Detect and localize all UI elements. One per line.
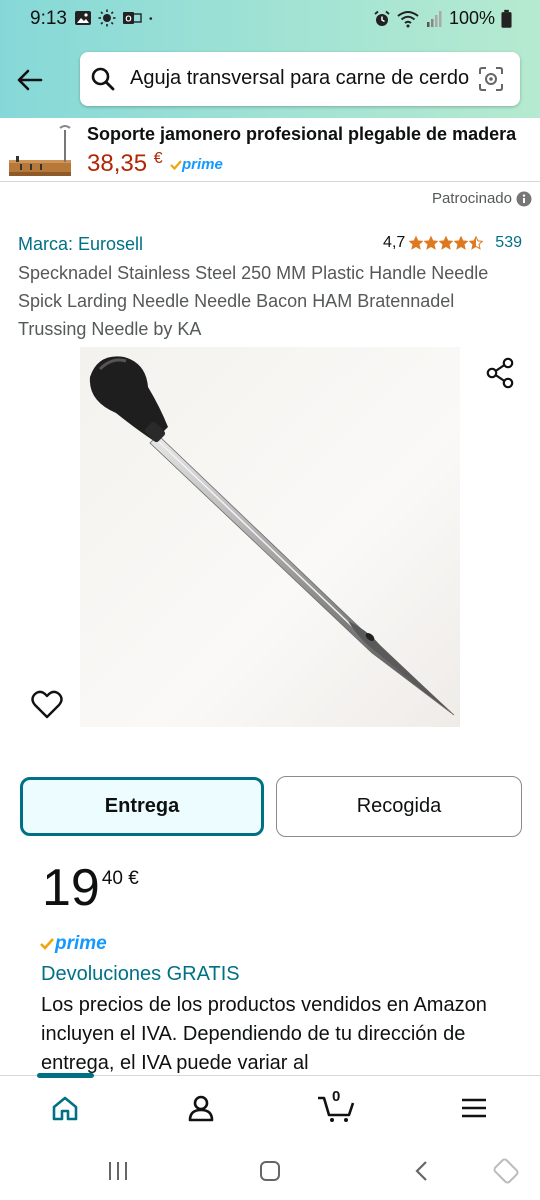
rating-value: 4,7	[383, 234, 406, 251]
share-button[interactable]	[484, 356, 518, 390]
rating-count: 539	[495, 234, 522, 251]
banner-price-currency: €	[153, 150, 163, 167]
brand-link[interactable]: Marca: Eurosell	[18, 234, 143, 255]
search-input[interactable]: Aguja transversal para carne de cerdo	[130, 67, 480, 90]
alarm-icon	[374, 10, 390, 26]
search-bar[interactable]: Aguja transversal para carne de cerdo	[80, 52, 520, 106]
chevron-left-icon	[415, 1161, 427, 1181]
share-icon	[486, 357, 514, 389]
ham-stand-image	[9, 125, 71, 176]
back-system-button[interactable]	[408, 1157, 436, 1185]
dot-icon	[149, 17, 153, 20]
prime-check-icon	[40, 938, 54, 950]
nav-menu[interactable]	[454, 1090, 494, 1126]
price-fraction: 40 €	[101, 868, 139, 889]
home-button[interactable]	[256, 1157, 284, 1185]
rating-summary[interactable]: 4,7 539	[383, 234, 522, 252]
home-icon	[52, 1096, 78, 1121]
sun-icon	[98, 9, 116, 27]
banner-price-value: 38,35	[87, 150, 148, 177]
sponsored-label[interactable]: Patrocinado	[432, 190, 532, 207]
prime-check-icon	[170, 160, 182, 171]
search-icon	[91, 67, 115, 91]
status-time: 9:13	[30, 8, 67, 29]
wifi-icon	[397, 10, 419, 27]
gallery-icon	[75, 11, 91, 25]
product-price: 19 40 €	[42, 858, 139, 918]
arrow-left-icon	[17, 69, 43, 91]
sponsored-label-text: Patrocinado	[431, 190, 512, 207]
info-icon	[516, 191, 532, 206]
star-icon	[454, 236, 469, 250]
hamburger-menu-icon	[462, 1098, 486, 1118]
cart-count: 0	[332, 1088, 341, 1105]
person-icon	[188, 1095, 214, 1122]
sponsored-product-banner[interactable]: Soporte jamonero profesional plegable de…	[0, 118, 540, 182]
free-returns-link[interactable]: Devoluciones GRATIS	[41, 963, 240, 986]
recent-apps-button[interactable]	[104, 1157, 132, 1185]
product-title: Specknadel Stainless Steel 250 MM Plasti…	[18, 263, 489, 339]
delivery-tab[interactable]: Entrega	[20, 777, 264, 836]
nav-account[interactable]	[181, 1090, 221, 1126]
battery-percent: 100%	[448, 8, 495, 28]
system-navigation-bar	[0, 1139, 540, 1200]
banner-price: 38,35 €	[87, 150, 163, 178]
rotate-screen-icon	[493, 1158, 519, 1184]
status-notification-icons: O	[74, 9, 158, 27]
battery-icon	[501, 9, 512, 28]
nav-home[interactable]	[45, 1090, 85, 1126]
star-icon	[409, 236, 424, 250]
signal-icon	[426, 10, 442, 27]
camera-scan-icon[interactable]	[478, 66, 504, 92]
rating-stars	[409, 236, 484, 250]
prime-badge: prime	[40, 933, 107, 955]
banner-title[interactable]: Soporte jamonero profesional plegable de…	[87, 124, 537, 145]
active-tab-indicator	[37, 1073, 94, 1078]
status-system-icons: 100%	[373, 8, 512, 29]
back-button[interactable]	[12, 62, 48, 98]
home-square-icon	[260, 1161, 280, 1181]
vat-notice: Los precios de los productos vendidos en…	[41, 994, 487, 1074]
pickup-tab[interactable]: Recogida	[276, 776, 522, 837]
star-icon	[424, 236, 439, 250]
nav-cart[interactable]: 0	[316, 1088, 356, 1126]
banner-prime-badge: prime	[170, 156, 223, 173]
star-icon	[469, 236, 484, 250]
recent-apps-icon	[109, 1162, 127, 1180]
star-icon	[439, 236, 454, 250]
svg-text:O: O	[125, 15, 131, 24]
status-bar: 9:13 O 100%	[0, 0, 540, 40]
product-image[interactable]	[80, 347, 460, 727]
price-whole: 19	[42, 859, 100, 917]
outlook-icon: O	[123, 12, 142, 24]
heart-icon	[31, 690, 63, 719]
banner-prime-label: prime	[182, 156, 223, 173]
wishlist-button[interactable]	[30, 688, 64, 722]
prime-label: prime	[55, 933, 107, 954]
bottom-navigation: 0	[0, 1073, 540, 1139]
keyboard-toggle-button[interactable]	[492, 1157, 520, 1185]
